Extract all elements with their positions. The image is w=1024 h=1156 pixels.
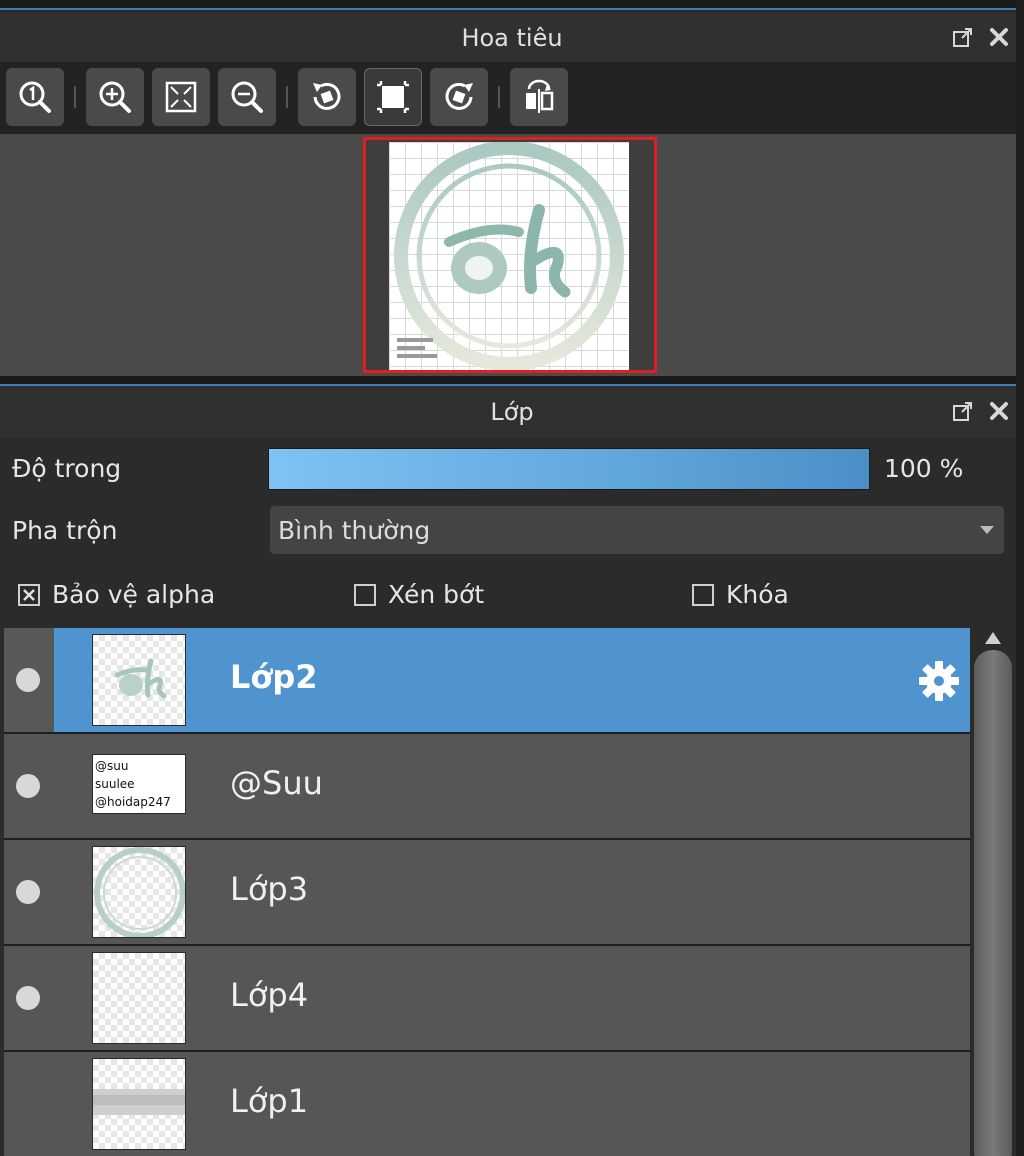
visibility-dot-icon bbox=[16, 986, 40, 1010]
layer-artwork bbox=[93, 1089, 185, 1115]
layer-list: Lớp2 @suu suulee @hoidap247 @Suu Lớp3 Lớ… bbox=[4, 628, 970, 1156]
toolbar-separator bbox=[286, 86, 288, 108]
opacity-label: Độ trong bbox=[12, 454, 122, 483]
scroll-thumb[interactable] bbox=[974, 650, 1012, 1156]
zoom-out-icon bbox=[231, 81, 263, 113]
flip-icon bbox=[526, 79, 554, 113]
gear-icon[interactable] bbox=[916, 658, 962, 704]
zoom-in-icon bbox=[99, 81, 131, 113]
layer-artwork bbox=[94, 847, 185, 937]
toolbar-separator bbox=[74, 86, 76, 108]
visibility-dot-icon bbox=[16, 774, 40, 798]
layer-name: Lớp4 bbox=[230, 976, 309, 1014]
blend-mode-value: Bình thường bbox=[278, 516, 431, 545]
check-x-icon bbox=[23, 588, 35, 601]
window-edge bbox=[1016, 0, 1024, 1156]
layer-name: @Suu bbox=[230, 764, 323, 802]
rotate-right-icon bbox=[445, 82, 473, 110]
layer-row[interactable]: Lớp2 bbox=[4, 628, 970, 732]
fit-window-icon bbox=[165, 81, 197, 113]
undock-icon[interactable] bbox=[952, 400, 974, 422]
layer-row[interactable]: Lớp3 bbox=[4, 840, 970, 944]
checkbox-box bbox=[354, 583, 376, 606]
lock-label: Khóa bbox=[726, 580, 789, 609]
layers-header: Lớp bbox=[0, 386, 1024, 438]
fit-window-button[interactable] bbox=[152, 68, 210, 126]
layer-list-scrollbar[interactable] bbox=[972, 628, 1016, 1156]
zoom-actual-button[interactable] bbox=[6, 68, 64, 126]
layer-thumbnail bbox=[92, 952, 186, 1044]
blend-label: Pha trộn bbox=[12, 516, 118, 545]
opacity-slider[interactable] bbox=[268, 448, 870, 490]
layer-name: Lớp2 bbox=[230, 658, 318, 696]
protect-alpha-label: Bảo vệ alpha bbox=[52, 580, 216, 609]
reset-view-button[interactable] bbox=[364, 68, 422, 126]
close-icon[interactable] bbox=[988, 400, 1010, 422]
checkbox-box bbox=[18, 583, 40, 606]
rotate-right-button[interactable] bbox=[430, 68, 488, 126]
navigator-header: Hoa tiêu bbox=[0, 12, 1024, 64]
navigator-preview[interactable] bbox=[0, 134, 1024, 376]
layer-artwork bbox=[114, 658, 167, 699]
layer-name: Lớp3 bbox=[230, 870, 309, 908]
blend-mode-select[interactable]: Bình thường bbox=[270, 506, 1004, 554]
flip-horizontal-button[interactable] bbox=[510, 68, 568, 126]
navigator-toolbar bbox=[0, 62, 1024, 134]
top-divider bbox=[0, 0, 1024, 10]
visibility-toggle[interactable] bbox=[4, 628, 54, 732]
chevron-down-icon bbox=[980, 526, 994, 534]
layers-title: Lớp bbox=[490, 398, 534, 426]
viewport-frame[interactable] bbox=[363, 137, 657, 373]
visibility-dot-icon bbox=[16, 668, 40, 692]
visibility-dot-icon bbox=[16, 880, 40, 904]
canvas-thumbnail bbox=[389, 142, 629, 370]
layer-thumbnail: @suu suulee @hoidap247 bbox=[92, 754, 186, 814]
layer-row[interactable]: @suu suulee @hoidap247 @Suu bbox=[4, 734, 970, 838]
artwork-preview bbox=[394, 142, 624, 370]
layer-name: Lớp1 bbox=[230, 1082, 309, 1120]
toolbar-separator bbox=[498, 86, 500, 108]
lock-checkbox[interactable]: Khóa bbox=[692, 580, 789, 609]
checkbox-box bbox=[692, 583, 714, 606]
clipping-checkbox[interactable]: Xén bớt bbox=[354, 580, 484, 609]
panel-divider bbox=[0, 376, 1024, 386]
layer-row[interactable]: Lớp4 bbox=[4, 946, 970, 1050]
reset-view-icon bbox=[377, 81, 409, 113]
visibility-toggle[interactable] bbox=[4, 946, 54, 1050]
zoom-one-icon bbox=[19, 81, 51, 113]
rotate-left-button[interactable] bbox=[298, 68, 356, 126]
layer-thumbnail bbox=[92, 634, 186, 726]
navigator-title: Hoa tiêu bbox=[461, 24, 563, 52]
layer-row[interactable]: Lớp1 bbox=[4, 1052, 970, 1156]
clipping-label: Xén bớt bbox=[388, 580, 485, 609]
visibility-toggle[interactable] bbox=[4, 840, 54, 944]
scroll-up-arrow-icon[interactable] bbox=[985, 632, 1001, 644]
thumbnail-text: @suu suulee @hoidap247 bbox=[95, 759, 171, 809]
visibility-toggle[interactable] bbox=[4, 734, 54, 838]
visibility-toggle[interactable] bbox=[4, 1052, 54, 1156]
opacity-value: 100 % bbox=[884, 454, 964, 483]
zoom-in-button[interactable] bbox=[86, 68, 144, 126]
layer-thumbnail bbox=[92, 846, 186, 938]
protect-alpha-checkbox[interactable]: Bảo vệ alpha bbox=[18, 580, 215, 609]
close-icon[interactable] bbox=[988, 26, 1010, 48]
layer-thumbnail bbox=[92, 1058, 186, 1150]
rotate-left-icon bbox=[313, 82, 341, 110]
undock-icon[interactable] bbox=[952, 26, 974, 48]
zoom-out-button[interactable] bbox=[218, 68, 276, 126]
